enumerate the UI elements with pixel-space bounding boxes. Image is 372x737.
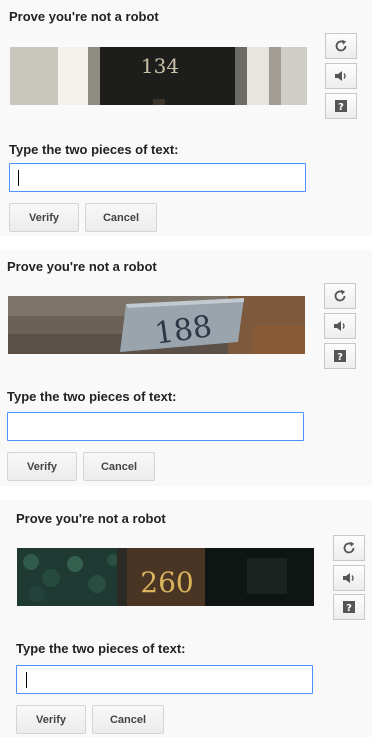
captcha-title: Prove you're not a robot — [16, 511, 166, 526]
captcha-instruction: Type the two pieces of text: — [16, 641, 186, 656]
captcha-title: Prove you're not a robot — [7, 259, 157, 274]
captcha-response-input[interactable] — [16, 665, 313, 694]
speaker-icon — [343, 573, 354, 583]
svg-text:?: ? — [346, 603, 352, 614]
captcha-response-input[interactable] — [9, 163, 306, 192]
captcha-response-input[interactable] — [7, 412, 304, 441]
audio-button[interactable] — [325, 63, 357, 89]
help-button[interactable]: ? — [333, 594, 365, 620]
cancel-button[interactable]: Cancel — [85, 203, 157, 232]
verify-button[interactable]: Verify — [9, 203, 79, 232]
help-button[interactable]: ? — [324, 343, 356, 369]
reload-button[interactable] — [333, 535, 365, 561]
svg-text:?: ? — [337, 352, 343, 363]
captcha-image: 134 — [10, 47, 307, 105]
captcha-widget-3: Prove you're not a robot 260 ? Type the … — [0, 500, 372, 737]
svg-text:?: ? — [338, 102, 344, 113]
captcha-image: 188 — [8, 296, 305, 354]
help-question-icon: ? — [343, 601, 355, 614]
speaker-icon — [334, 321, 345, 331]
help-question-icon: ? — [334, 350, 346, 363]
audio-button[interactable] — [324, 313, 356, 339]
reload-icon — [343, 541, 355, 554]
cancel-button[interactable]: Cancel — [83, 452, 155, 481]
help-button[interactable]: ? — [325, 93, 357, 119]
captcha-instruction: Type the two pieces of text: — [9, 142, 179, 157]
verify-button[interactable]: Verify — [7, 452, 77, 481]
reload-button[interactable] — [325, 33, 357, 59]
speaker-icon — [335, 71, 346, 81]
captcha-widget-2: Prove you're not a robot 188 ? Type the … — [0, 250, 372, 486]
text-cursor — [26, 672, 27, 688]
captcha-image-text: 260 — [140, 566, 193, 599]
text-cursor — [18, 170, 19, 186]
reload-icon — [335, 39, 347, 52]
captcha-widget-1: Prove you're not a robot 134 ? Type the … — [0, 0, 372, 236]
verify-button[interactable]: Verify — [16, 705, 86, 734]
captcha-title: Prove you're not a robot — [9, 9, 159, 24]
audio-button[interactable] — [333, 565, 365, 591]
captcha-instruction: Type the two pieces of text: — [7, 389, 177, 404]
help-question-icon: ? — [335, 100, 347, 113]
reload-icon — [334, 289, 346, 302]
reload-button[interactable] — [324, 283, 356, 309]
captcha-image-text: 134 — [141, 54, 179, 78]
cancel-button[interactable]: Cancel — [92, 705, 164, 734]
captcha-image: 260 — [17, 548, 314, 606]
